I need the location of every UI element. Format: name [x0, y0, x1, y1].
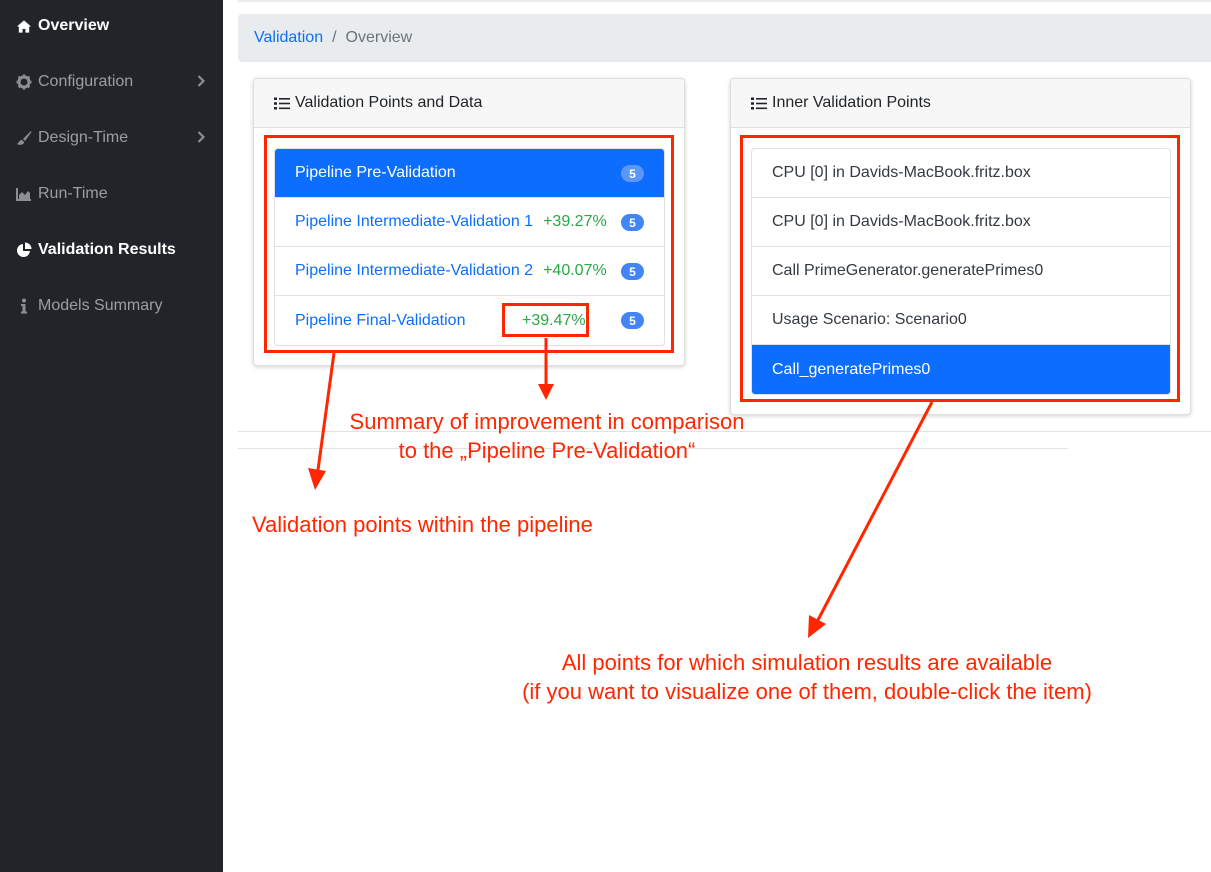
breadcrumb-link-validation[interactable]: Validation — [254, 29, 323, 47]
card-header: Inner Validation Points — [731, 79, 1190, 128]
annotation-improvement-summary: Summary of improvement in comparison to … — [332, 407, 762, 465]
sidebar-item-overview[interactable]: Overview — [0, 0, 223, 54]
breadcrumb-current: Overview — [345, 29, 413, 46]
list-item[interactable]: Usage Scenario: Scenario0 — [752, 296, 1170, 345]
count-badge: 5 — [621, 312, 644, 329]
sidebar-item-run-time[interactable]: Run-Time — [0, 166, 223, 222]
app-root: Overview Configuration Design-Time Run-T… — [0, 0, 1211, 872]
sidebar-item-models-summary[interactable]: Models Summary — [0, 278, 223, 334]
brush-icon — [16, 130, 32, 146]
gear-icon — [16, 74, 32, 90]
list-item-label: Pipeline Intermediate-Validation 2 — [295, 262, 534, 279]
improvement-percentage: +39.27% — [543, 213, 607, 230]
list-item[interactable]: CPU [0] in Davids-MacBook.fritz.box — [752, 149, 1170, 198]
count-badge: 5 — [621, 263, 644, 280]
sidebar-item-label: Configuration — [38, 73, 134, 90]
list-item[interactable]: Call PrimeGenerator.generatePrimes0 — [752, 247, 1170, 296]
sidebar-item-configuration[interactable]: Configuration — [0, 54, 223, 110]
sidebar-item-label: Design-Time — [38, 129, 129, 146]
list-item-label: Pipeline Final-Validation — [295, 311, 466, 329]
chevron-right-icon — [197, 130, 206, 148]
annotation-simulation-points: All points for which simulation results … — [496, 648, 1118, 706]
list-item-label: Pipeline Pre-Validation — [295, 164, 456, 181]
list-item[interactable]: CPU [0] in Davids-MacBook.fritz.box — [752, 198, 1170, 247]
annotation-line: (if you want to visualize one of them, d… — [522, 679, 1092, 704]
chevron-right-icon — [197, 74, 206, 92]
inner-validation-points-card: Inner Validation Points CPU [0] in David… — [730, 78, 1191, 415]
card-header: Validation Points and Data — [254, 79, 684, 128]
pie-chart-icon — [16, 242, 32, 258]
list-item-pre-validation[interactable]: Pipeline Pre-Validation 5 — [275, 149, 664, 198]
card-title: Validation Points and Data — [295, 94, 483, 111]
sidebar: Overview Configuration Design-Time Run-T… — [0, 0, 223, 872]
list-icon — [751, 97, 767, 110]
list-icon — [274, 97, 290, 110]
sidebar-item-label: Overview — [38, 17, 110, 34]
list-item-selected[interactable]: Call_generatePrimes0 — [752, 345, 1170, 394]
list-item-label: Pipeline Intermediate-Validation 1 — [295, 213, 534, 230]
count-badge: 5 — [621, 214, 644, 231]
count-badge: 5 — [621, 165, 644, 182]
list-item-intermediate-validation-1[interactable]: Pipeline Intermediate-Validation 1 +39.2… — [275, 198, 664, 247]
sidebar-item-label: Models Summary — [38, 297, 163, 314]
sidebar-item-label: Run-Time — [38, 185, 108, 202]
validation-points-card: Validation Points and Data Pipeline Pre-… — [253, 78, 685, 366]
sidebar-item-label: Validation Results — [38, 241, 176, 258]
top-divider — [238, 0, 1211, 2]
annotation-line: All points for which simulation results … — [561, 650, 1053, 675]
home-icon — [16, 18, 32, 34]
breadcrumb: Validation / Overview — [238, 14, 1211, 62]
annotation-validation-points: Validation points within the pipeline — [252, 512, 593, 537]
area-chart-icon — [16, 186, 32, 202]
inner-validation-points-list: CPU [0] in Davids-MacBook.fritz.box CPU … — [751, 148, 1171, 395]
card-title: Inner Validation Points — [772, 94, 931, 111]
annotation-line: to the „Pipeline Pre-Validation“ — [398, 438, 696, 463]
list-item-final-validation[interactable]: Pipeline Final-Validation +39.47% 5 — [275, 296, 664, 345]
annotation-line: Summary of improvement in comparison — [349, 409, 745, 434]
info-icon — [16, 298, 32, 314]
sidebar-item-validation-results[interactable]: Validation Results — [0, 222, 223, 278]
breadcrumb-separator: / — [332, 29, 337, 46]
improvement-percentage: +39.47% — [522, 311, 586, 329]
list-item-intermediate-validation-2[interactable]: Pipeline Intermediate-Validation 2 +40.0… — [275, 247, 664, 296]
improvement-percentage: +40.07% — [543, 262, 607, 279]
validation-points-list: Pipeline Pre-Validation 5 Pipeline Inter… — [274, 148, 665, 346]
sidebar-item-design-time[interactable]: Design-Time — [0, 110, 223, 166]
